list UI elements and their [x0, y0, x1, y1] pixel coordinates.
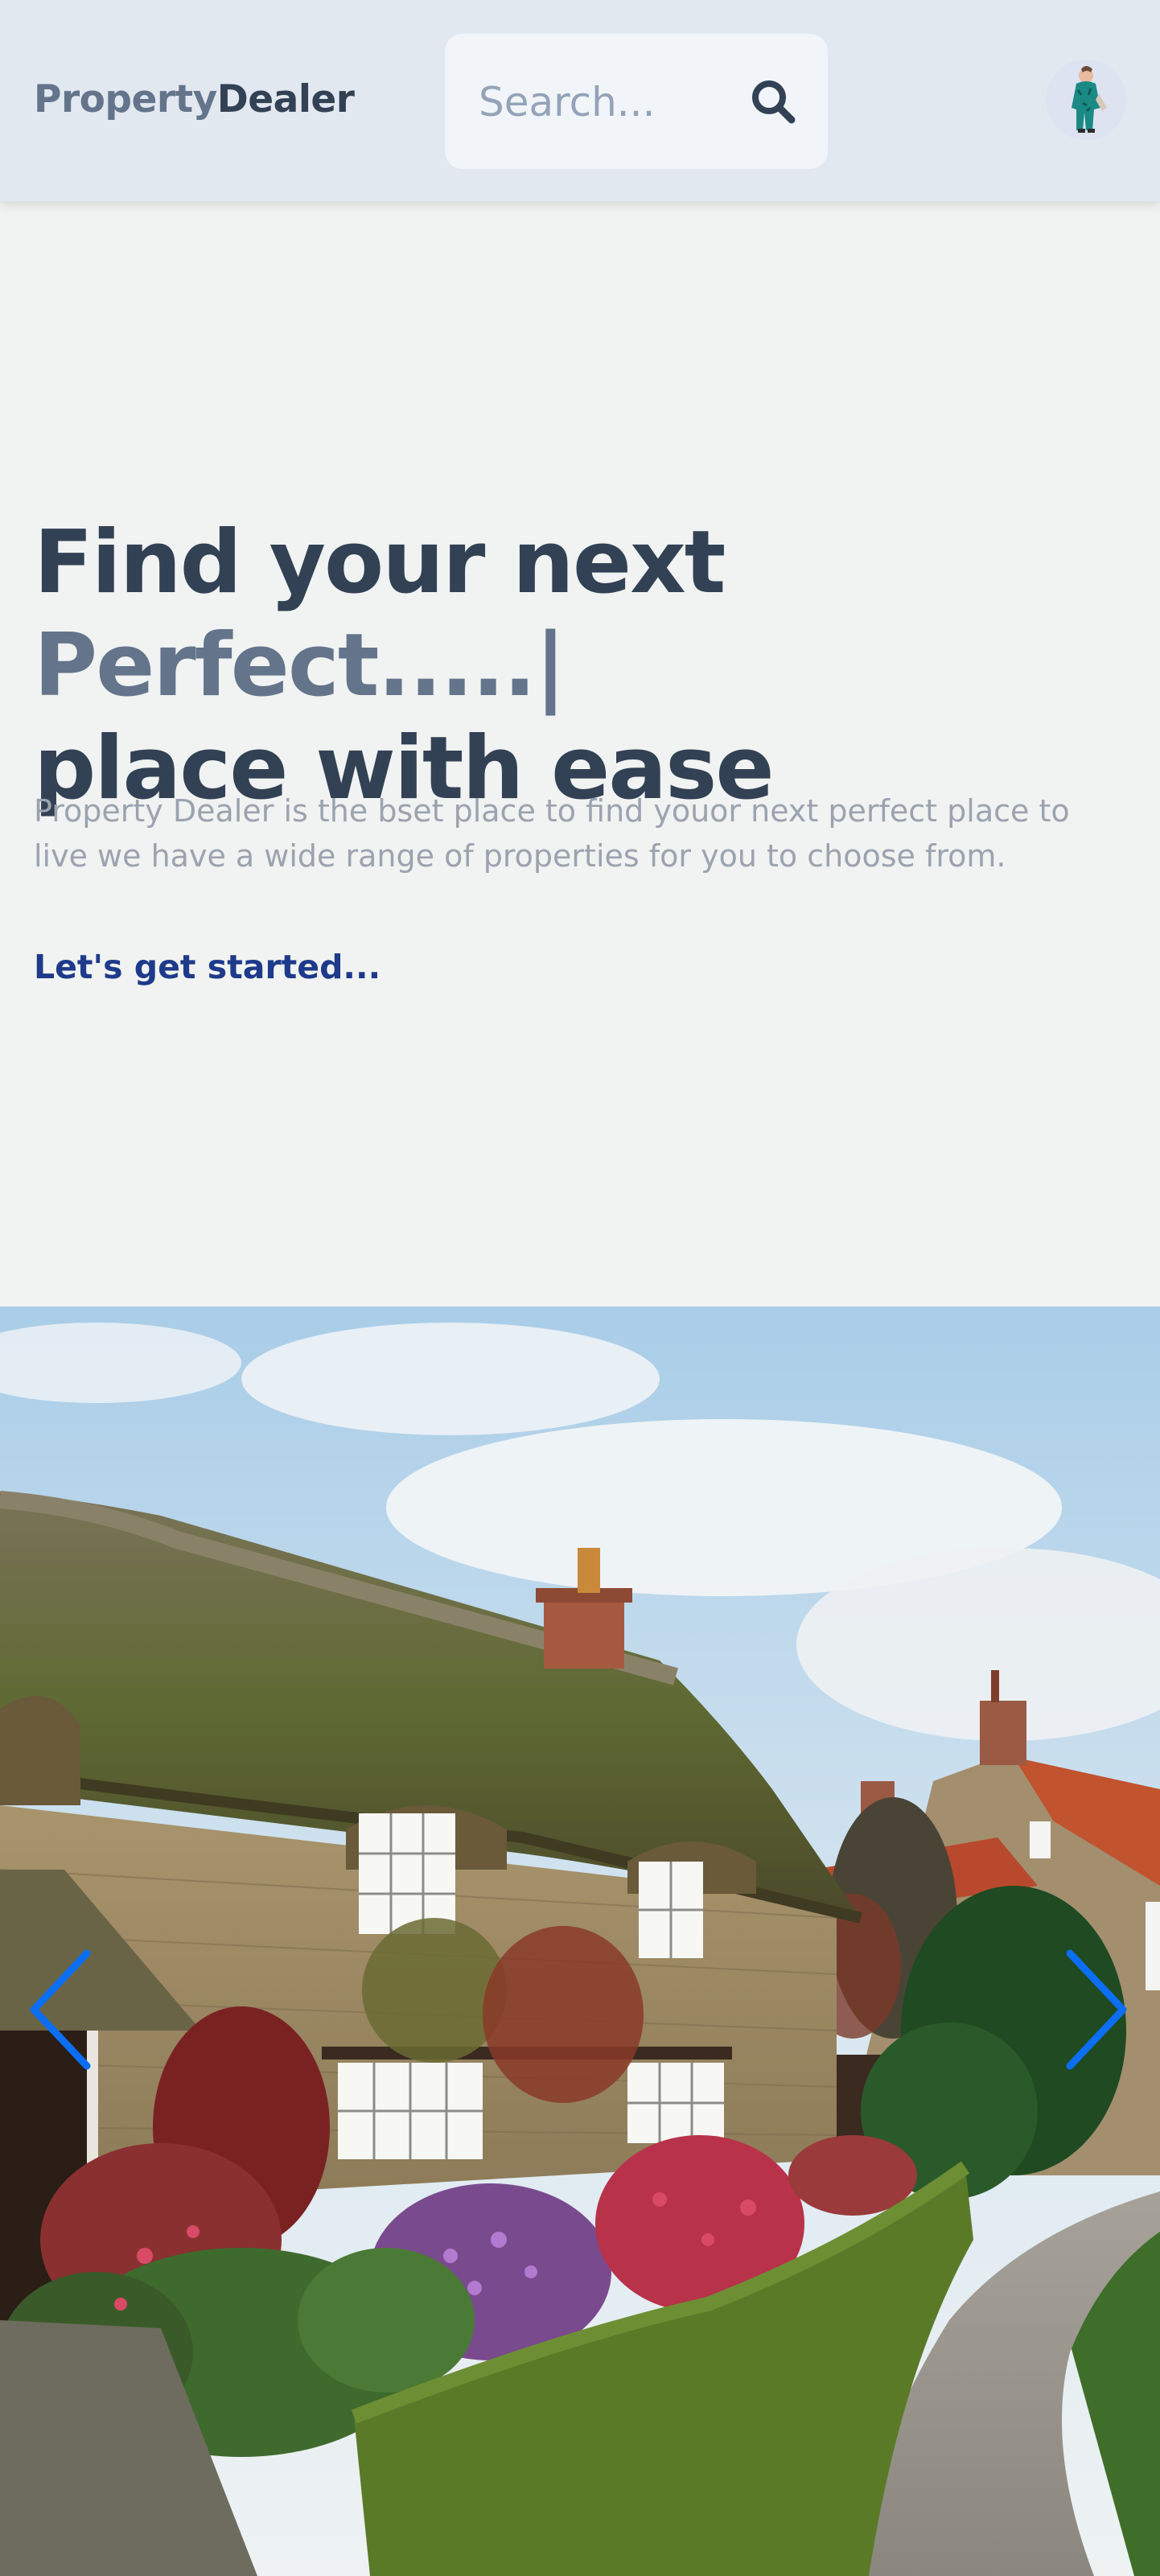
search-input[interactable]: [477, 66, 746, 138]
hero-description: Property Dealer is the bset place to fin…: [34, 793, 1070, 874]
carousel-prev-button[interactable]: [23, 1945, 103, 2074]
chevron-left-icon: [30, 1949, 91, 2070]
hero-title-lead: Find your next: [34, 512, 726, 613]
logo-part-property: Property: [34, 77, 217, 121]
logo-part-dealer: Dealer: [216, 77, 355, 121]
navbar: PropertyDealer: [0, 0, 1160, 201]
user-avatar[interactable]: [1046, 60, 1126, 140]
carousel-next-button[interactable]: [1054, 1945, 1134, 2074]
hero-title: Find your next Perfect.....| place with …: [34, 512, 1160, 821]
chevron-right-icon: [1066, 1949, 1127, 2070]
image-carousel: [0, 1307, 1160, 2576]
search-icon[interactable]: [747, 76, 799, 127]
hero-title-typed-word: Perfect.....|: [34, 615, 566, 716]
logo[interactable]: PropertyDealer: [34, 77, 355, 121]
search-form: [445, 34, 828, 169]
get-started-link[interactable]: Let's get started...: [34, 948, 380, 986]
carousel-image: [0, 1307, 1160, 2576]
